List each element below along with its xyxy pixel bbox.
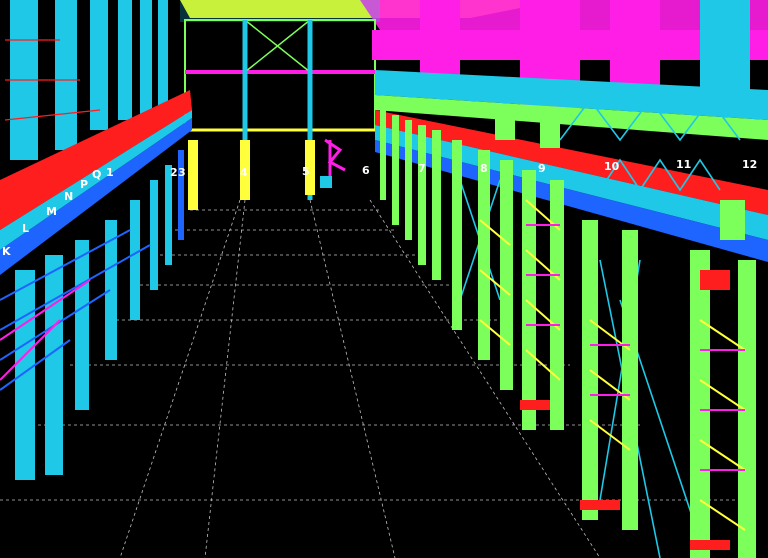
right-column-bay bbox=[372, 0, 768, 558]
grid-label-11: 11 bbox=[676, 158, 691, 171]
grid-label-q: Q bbox=[92, 168, 101, 181]
grid-label-10: 10 bbox=[604, 160, 620, 173]
grid-label-2: 2 bbox=[170, 166, 178, 179]
grid-label-7: 7 bbox=[418, 162, 426, 175]
back-wall-frame bbox=[184, 19, 376, 210]
grid-label-9: 9 bbox=[538, 162, 546, 175]
grid-label-1: 1 bbox=[106, 166, 114, 179]
grid-label-n: N bbox=[64, 190, 73, 203]
grid-label-6: 6 bbox=[362, 164, 370, 177]
grid-label-5: 5 bbox=[302, 165, 310, 178]
grid-label-l: L bbox=[22, 222, 29, 235]
left-column-bay bbox=[0, 0, 192, 480]
structural-model-scene[interactable]: KLMNPQ 1 2 3 4 5 6 7 8 9 10 11 12 bbox=[0, 0, 768, 558]
grid-label-8: 8 bbox=[480, 162, 488, 175]
grid-label-3: 3 bbox=[178, 166, 186, 179]
grid-label-k: K bbox=[2, 245, 11, 258]
model-viewport[interactable]: K L M N P Q 1 2 3 4 5 6 7 8 9 10 11 12 bbox=[0, 0, 768, 558]
grid-label-p: P bbox=[80, 178, 88, 191]
roof-structure bbox=[180, 0, 768, 30]
grid-label-4: 4 bbox=[240, 166, 248, 179]
grid-label-m: M bbox=[46, 205, 57, 218]
grid-label-12: 12 bbox=[742, 158, 757, 171]
